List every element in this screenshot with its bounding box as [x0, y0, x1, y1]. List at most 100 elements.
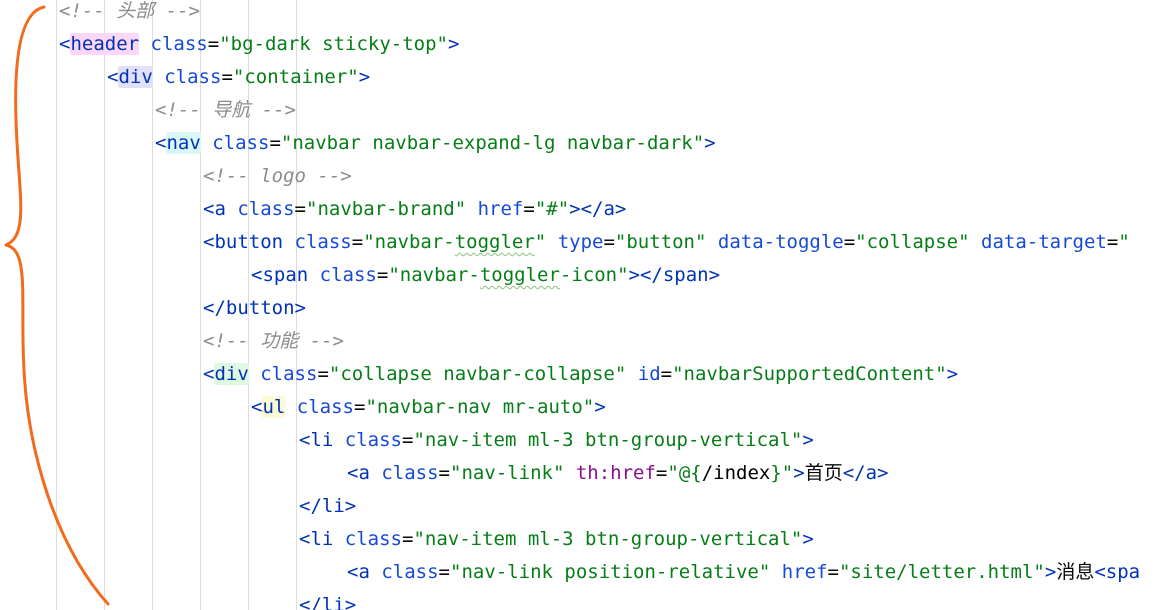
code-token-tag: div: [118, 66, 153, 88]
code-token-text: =: [827, 561, 839, 583]
code-token-tag: <: [203, 363, 215, 385]
code-line[interactable]: <li class="nav-item ml-3 btn-group-verti…: [299, 424, 814, 457]
code-token-tag: >: [793, 462, 805, 484]
code-line[interactable]: <a class="nav-link position-relative" hr…: [347, 556, 1140, 589]
code-token-text: =: [438, 462, 450, 484]
code-token-text: =: [1106, 231, 1119, 253]
code-line[interactable]: <ul class="navbar-nav mr-auto">: [251, 391, 606, 424]
code-token-text: =: [603, 231, 615, 253]
code-token-tag: >: [802, 528, 814, 550]
indent-guide: [104, 0, 105, 610]
code-token-val: "@{: [667, 462, 702, 484]
code-line[interactable]: <li class="nav-item ml-3 btn-group-verti…: [299, 523, 814, 556]
code-token-text: 首页: [804, 462, 843, 484]
code-token-text: =: [351, 231, 364, 253]
code-token-attr: class: [164, 66, 222, 88]
code-token-text: =: [401, 429, 414, 451]
code-token-text: =: [523, 198, 535, 220]
code-line[interactable]: <a class="navbar-brand" href="#"></a>: [203, 193, 626, 226]
code-token-val: "nav-link position-relative": [450, 561, 771, 583]
indent-guide: [56, 0, 57, 610]
code-token-tag: >: [704, 132, 716, 154]
code-line[interactable]: </li>: [299, 490, 356, 523]
code-token-tag: >: [447, 33, 460, 55]
code-token-text: =: [269, 132, 281, 154]
code-editor[interactable]: <!-- 头部 --> <header class="bg-dark sticky…: [0, 0, 1175, 610]
code-token-val: "nav-item ml-3 btn-group-vertical": [413, 429, 803, 451]
code-token-attr: class: [319, 264, 377, 286]
code-token-tag: ></a>: [569, 198, 627, 220]
code-token-tag: </a>: [842, 462, 889, 484]
code-token-val: "navbar navbar-expand-lg navbar-dark": [280, 132, 705, 154]
code-line[interactable]: <span class="navbar-toggler-icon"></span…: [251, 259, 720, 292]
code-token-val: "navbar-: [388, 264, 480, 286]
code-token-text: =: [376, 264, 389, 286]
code-token-comment: <!-- 头部 -->: [59, 0, 200, 22]
code-token-expr: /index: [701, 462, 771, 484]
code-token-comment: <!-- 功能 -->: [203, 330, 344, 352]
code-token-val: toggler: [479, 264, 560, 286]
code-token-tag: <button: [203, 231, 284, 253]
code-token-val: toggler: [454, 231, 535, 253]
code-line[interactable]: <!-- 导航 -->: [155, 94, 296, 127]
code-token-attr: class: [150, 33, 208, 55]
code-token-tag: nav: [166, 132, 201, 154]
code-token-comment: <!-- logo -->: [203, 165, 352, 187]
code-token-attr: class: [296, 396, 354, 418]
code-token-comment: <!-- 导航 -->: [155, 99, 296, 121]
code-token-tag: <li: [299, 429, 334, 451]
code-line[interactable]: <button class="navbar-toggler" type="but…: [203, 226, 1130, 259]
code-token-val: ": [1118, 231, 1130, 253]
code-token-tag: <: [107, 66, 119, 88]
code-token-tag: </li>: [299, 495, 357, 517]
code-token-val: "button": [614, 231, 707, 253]
code-token-attr: href: [781, 561, 828, 583]
code-line[interactable]: <header class="bg-dark sticky-top">: [59, 28, 459, 61]
code-token-attr: class: [237, 198, 295, 220]
code-token-attr: data-target: [981, 231, 1107, 253]
code-token-tag: <spa: [1094, 561, 1141, 583]
code-token-val: "navbarSupportedContent": [672, 363, 947, 385]
code-line[interactable]: </button>: [203, 292, 306, 325]
code-token-val: "navbar-brand": [306, 198, 467, 220]
code-line[interactable]: <!-- logo -->: [203, 160, 352, 193]
code-token-attr: type: [557, 231, 604, 253]
code-line[interactable]: <nav class="navbar navbar-expand-lg navb…: [155, 127, 716, 160]
code-token-attr: class: [344, 528, 402, 550]
code-line[interactable]: <!-- 头部 -->: [59, 0, 200, 28]
code-line[interactable]: </li>: [299, 589, 356, 610]
code-token-text: 消息: [1056, 561, 1095, 583]
code-line[interactable]: <div class="collapse navbar-collapse" id…: [203, 358, 958, 391]
code-line[interactable]: <a class="nav-link" th:href="@{/index}">…: [347, 457, 888, 490]
code-token-attr: class: [344, 429, 402, 451]
code-line[interactable]: <div class="container">: [107, 61, 370, 94]
code-token-attr: data-toggle: [717, 231, 844, 253]
code-line[interactable]: <!-- 功能 -->: [203, 325, 344, 358]
code-token-val: "collapse navbar-collapse": [328, 363, 627, 385]
code-token-attr: class: [260, 363, 318, 385]
code-token-tag: </button>: [203, 297, 306, 319]
code-token-attr: class: [381, 561, 439, 583]
code-token-text: =: [843, 231, 856, 253]
code-token-val: }": [770, 462, 794, 484]
code-token-val: "#": [534, 198, 570, 220]
code-token-val: "site/letter.html": [838, 561, 1045, 583]
code-token-text: =: [354, 396, 366, 418]
code-token-tag: >: [358, 66, 371, 88]
code-token-tag: >: [594, 396, 606, 418]
code-token-val: "nav-item ml-3 btn-group-vertical": [413, 528, 803, 550]
